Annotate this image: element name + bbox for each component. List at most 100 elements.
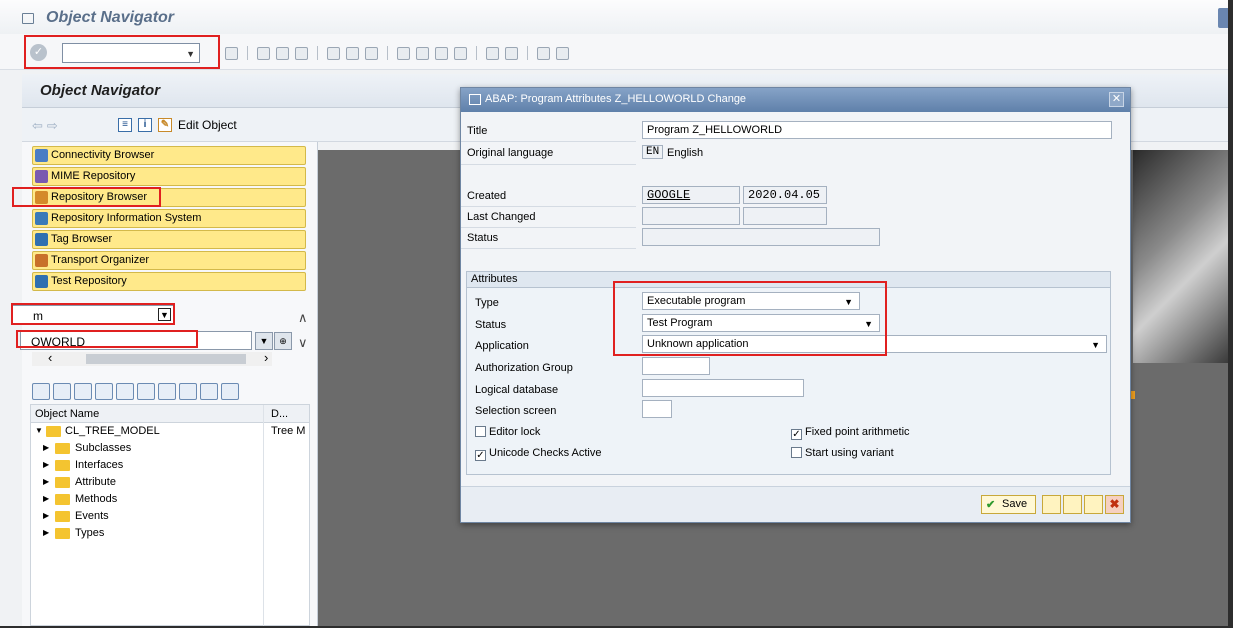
browser-transport[interactable]: Transport Organizer [32,251,306,270]
language-code: EN [642,145,664,159]
command-field[interactable]: ▼ [62,43,200,63]
chevron-down-icon[interactable]: ▼ [186,49,195,59]
unicode-checks-checkbox[interactable]: ✓ Unicode Checks Active [475,447,602,461]
checkbox-box[interactable] [475,426,486,437]
tree-row[interactable]: ▶ Events [31,508,309,525]
browser-tag[interactable]: Tag Browser [32,230,306,249]
window-menu-icon[interactable] [22,13,34,24]
dialog-title-bar[interactable]: ABAP: Program Attributes Z_HELLOWORLD Ch… [461,88,1130,112]
tree-row[interactable]: ▶ Methods [31,491,309,508]
browser-mime[interactable]: MIME Repository [32,167,306,186]
expand-arrow-icon[interactable]: ▶ [43,511,49,520]
copy-icon[interactable] [1084,495,1103,514]
chevron-down-icon[interactable]: ▼ [158,308,171,321]
tree-row[interactable]: ▶ Interfaces [31,457,309,474]
object-name-input[interactable]: OWORLD [20,331,252,350]
next-page-icon[interactable] [435,46,448,60]
scroll-right-icon[interactable]: › [264,350,268,365]
save-icon[interactable] [225,46,238,60]
nav-arrows[interactable]: ⇦⇨ [32,118,62,134]
find-icon[interactable] [346,46,359,60]
shortcut-icon[interactable] [505,46,518,60]
refresh-icon[interactable] [200,383,218,400]
status-select[interactable]: Test Program ▼ [642,314,880,332]
print-icon[interactable] [327,46,340,60]
cancel-icon[interactable] [295,46,308,60]
save-button[interactable]: ✔ Save [981,495,1036,514]
prev-page-icon[interactable] [416,46,429,60]
find-next-icon[interactable] [365,46,378,60]
enter-button[interactable]: ✓ [30,44,47,61]
browser-repository[interactable]: Repository Browser [32,188,306,207]
close-icon[interactable] [221,383,239,400]
list-icon[interactable]: ≡ [118,118,132,132]
scroll-left-icon[interactable]: ‹ [48,350,52,365]
favorite-icon[interactable] [179,383,197,400]
selection-screen-field[interactable] [642,400,672,418]
start-variant-checkbox[interactable]: Start using variant [791,447,894,459]
expand-arrow-icon[interactable]: ▶ [43,460,49,469]
tree-row-label: Events [75,510,109,522]
edit-object-icon[interactable]: ✎ [158,118,172,132]
close-icon[interactable]: ✕ [1109,92,1124,107]
chevron-down-icon[interactable]: ▼ [1091,337,1100,353]
chevron-down-icon[interactable]: ▼ [864,316,873,332]
dialog-menu-icon[interactable] [469,94,481,105]
search-icon[interactable] [1063,495,1082,514]
checkbox-box[interactable] [791,447,802,458]
back-icon[interactable] [257,46,270,60]
object-type-select[interactable]: m ▼ [12,305,174,324]
auth-group-field[interactable] [642,357,710,375]
tree-row[interactable]: ▶ Subclasses [31,440,309,457]
editor-lock-checkbox[interactable]: Editor lock [475,426,540,438]
browser-repository-info[interactable]: Repository Information System [32,209,306,228]
collapse-icon[interactable] [137,383,155,400]
expand-icon[interactable] [116,383,134,400]
dialog-title: ABAP: Program Attributes Z_HELLOWORLD Ch… [485,93,747,105]
display-button[interactable]: ⊕ [274,332,292,350]
browser-test[interactable]: Test Repository [32,272,306,291]
expand-arrow-icon[interactable]: ▶ [43,477,49,486]
application-select[interactable]: Unknown application ▼ [642,335,1107,353]
expand-arrow-icon[interactable]: ▼ [35,426,43,435]
edit-object-button[interactable]: Edit Object [178,118,237,132]
expand-arrow-icon[interactable]: ▶ [43,443,49,452]
cancel-icon[interactable]: ✖ [1105,495,1124,514]
checkbox-box[interactable]: ✓ [475,450,486,461]
last-page-icon[interactable] [454,46,467,60]
logical-db-field[interactable] [642,379,804,397]
back-icon[interactable] [32,383,50,400]
scrollbar-thumb[interactable] [86,354,246,364]
dropdown-icon[interactable] [95,383,113,400]
scroll-up-icon[interactable]: ∧ [298,310,308,326]
type-select[interactable]: Executable program ▼ [642,292,860,310]
title-field[interactable]: Program Z_HELLOWORLD [642,121,1112,139]
layout-icon[interactable] [556,46,569,60]
column-header-name[interactable]: Object Name [35,408,99,420]
expand-arrow-icon[interactable]: ▶ [43,528,49,537]
attributes-group: Attributes Type Executable program ▼ Sta… [466,271,1111,475]
tree-row-label: Subclasses [75,442,132,454]
expand-arrow-icon[interactable]: ▶ [43,494,49,503]
forward-icon[interactable] [74,383,92,400]
column-header-description[interactable]: D... [271,408,288,420]
checkbox-box[interactable]: ✓ [791,429,802,440]
hierarchy-icon[interactable] [158,383,176,400]
dropdown-icon[interactable] [53,383,71,400]
horizontal-scrollbar[interactable]: ‹ › [32,350,272,366]
tree-row[interactable]: ▶ Attribute [31,474,309,491]
help-icon[interactable] [537,46,550,60]
dropdown-button[interactable]: ▼ [255,332,273,350]
chevron-down-icon[interactable]: ▼ [844,294,853,310]
tree-root-row[interactable]: ▼ CL_TREE_MODEL Tree M [31,423,309,440]
browser-connectivity[interactable]: Connectivity Browser [32,146,306,165]
scroll-down-icon[interactable]: ∨ [298,335,308,351]
edit-icon[interactable] [1042,495,1061,514]
last-changed-label: Last Changed [467,211,536,223]
new-session-icon[interactable] [486,46,499,60]
fixed-point-checkbox[interactable]: ✓ Fixed point arithmetic [791,426,910,440]
tree-row[interactable]: ▶ Types [31,525,309,542]
exit-icon[interactable] [276,46,289,60]
first-page-icon[interactable] [397,46,410,60]
info-icon[interactable]: i [138,118,152,132]
